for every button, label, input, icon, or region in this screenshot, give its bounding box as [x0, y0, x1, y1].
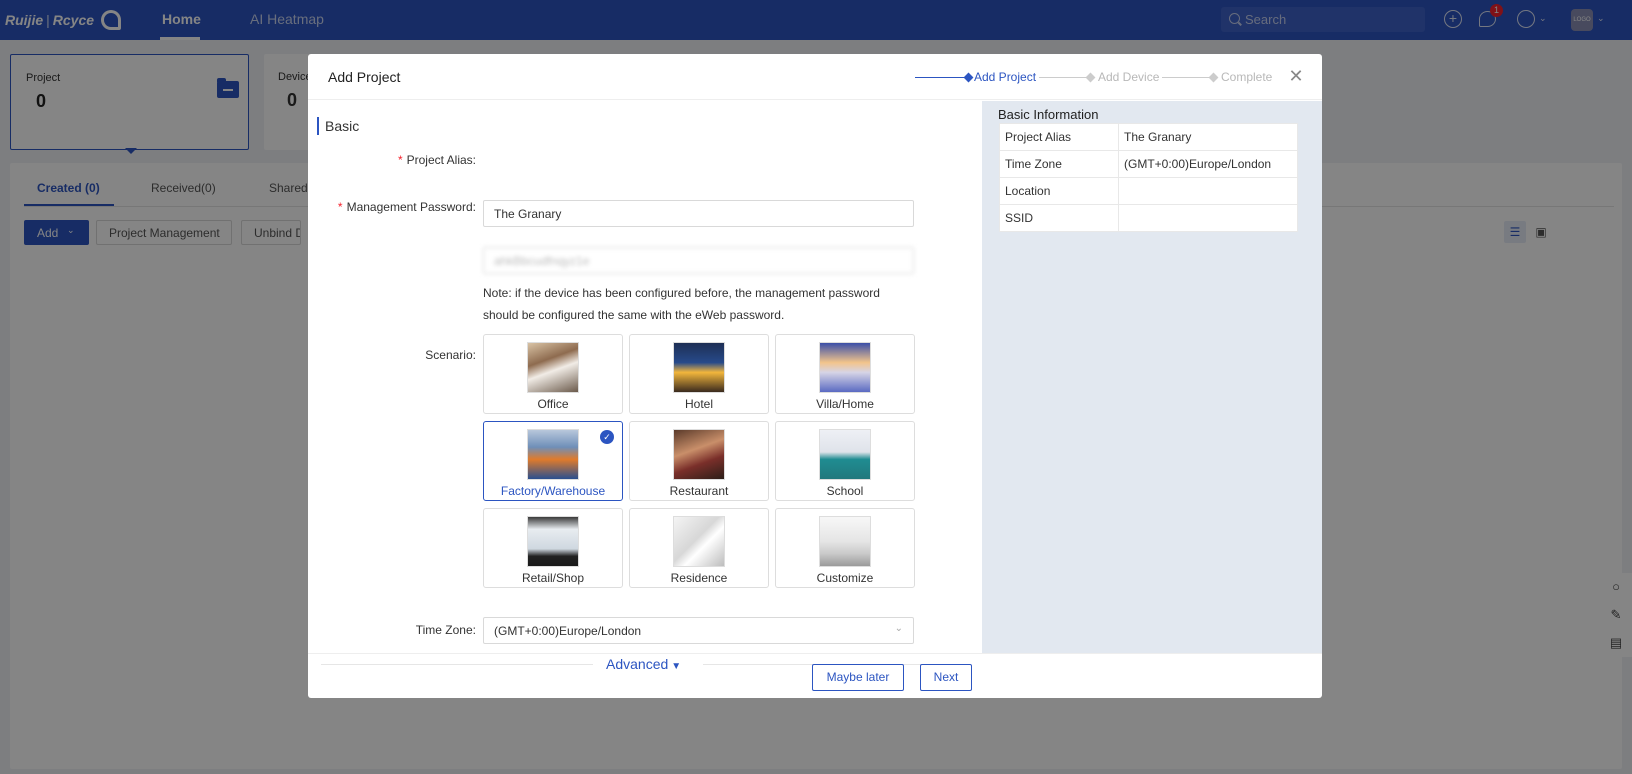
dialog-footer: Maybe later Next: [308, 653, 1322, 698]
office-image: [527, 342, 579, 393]
step-marker: [963, 72, 974, 83]
required-mark: *: [337, 200, 343, 214]
time-zone-label-text: Time Zone: [415, 623, 473, 637]
scenario-customize[interactable]: Customize: [775, 508, 915, 588]
scenario-label-school: School: [826, 484, 864, 498]
info-key: SSID: [999, 204, 1119, 232]
scenario-restaurant[interactable]: Restaurant: [629, 421, 769, 501]
scenario-villa-home[interactable]: Villa/Home: [775, 334, 915, 414]
scenario-label-factory: Factory/Warehouse: [500, 484, 606, 498]
info-panel-title: Basic Information: [998, 107, 1099, 122]
time-zone-select[interactable]: (GMT+0:00)Europe/London ⌄: [483, 617, 914, 644]
label-colon: :: [472, 623, 476, 637]
table-row: Time Zone (GMT+0:00)Europe/London: [999, 150, 1298, 178]
restaurant-image: [673, 429, 725, 480]
retail-image: [527, 516, 579, 567]
label-colon: :: [472, 348, 476, 362]
hotel-image: [673, 342, 725, 393]
info-value: [1118, 204, 1298, 232]
password-note-line2: should be configured the same with the e…: [483, 308, 785, 322]
scenario-label-villa: Villa/Home: [816, 397, 874, 411]
info-value: The Granary: [1118, 123, 1298, 151]
required-mark: *: [397, 153, 403, 167]
label-colon: :: [472, 200, 476, 214]
time-zone-label: Time Zone:: [388, 623, 476, 637]
add-project-dialog: Add Project Add Project Add Device Compl…: [308, 54, 1322, 698]
scenario-label-restaurant: Restaurant: [669, 484, 729, 498]
scenario-label-customize: Customize: [816, 571, 874, 585]
step-add-device: Add Device: [1098, 70, 1160, 84]
info-value: (GMT+0:00)Europe/London: [1118, 150, 1298, 178]
maybe-later-button[interactable]: Maybe later: [812, 664, 904, 691]
step-connector: [915, 77, 967, 78]
step-progress: Add Project Add Device Complete: [915, 70, 1322, 84]
step-marker: [1208, 72, 1219, 83]
scenario-school[interactable]: School: [775, 421, 915, 501]
chevron-down-icon: ⌄: [894, 623, 903, 634]
step-connector: [1162, 77, 1214, 78]
scenario-label: Scenario:: [388, 348, 476, 362]
customize-image: [819, 516, 871, 567]
project-alias-input[interactable]: The Granary: [483, 200, 914, 227]
project-alias-label: * Project Alias:: [388, 153, 476, 167]
scenario-label-hotel: Hotel: [684, 397, 713, 411]
close-icon[interactable]: ✕: [1287, 67, 1305, 85]
step-complete: Complete: [1221, 70, 1273, 84]
factory-image: [527, 429, 579, 480]
residence-image: [673, 516, 725, 567]
villa-image: [819, 342, 871, 393]
info-table: Project Alias The Granary Time Zone (GMT…: [999, 123, 1298, 232]
scenario-label-office: Office: [537, 397, 569, 411]
section-accent-bar: [317, 117, 319, 135]
label-colon: :: [472, 153, 476, 167]
scenario-label-text: Scenario: [425, 348, 473, 362]
time-zone-value: (GMT+0:00)Europe/London: [494, 624, 642, 638]
table-row: Project Alias The Granary: [999, 123, 1298, 151]
info-value: [1118, 177, 1298, 205]
password-note-line1: Note: if the device has been configured …: [483, 286, 880, 300]
scenario-factory-warehouse[interactable]: ✓ Factory/Warehouse: [483, 421, 623, 501]
info-key: Project Alias: [999, 123, 1119, 151]
scenario-office[interactable]: Office: [483, 334, 623, 414]
info-key: Location: [999, 177, 1119, 205]
next-button[interactable]: Next: [920, 664, 972, 691]
project-alias-label-text: Project Alias: [406, 153, 473, 167]
dialog-header: Add Project Add Project Add Device Compl…: [308, 54, 1322, 100]
table-row: Location: [999, 177, 1298, 205]
scenario-hotel[interactable]: Hotel: [629, 334, 769, 414]
step-connector: [1039, 77, 1091, 78]
info-key: Time Zone: [999, 150, 1119, 178]
management-password-label-text: Management Password: [346, 200, 473, 214]
step-marker: [1085, 72, 1096, 83]
section-title-basic: Basic: [325, 118, 360, 134]
scenario-label-retail: Retail/Shop: [521, 571, 585, 585]
step-add-project: Add Project: [974, 70, 1037, 84]
school-image: [819, 429, 871, 480]
management-password-input[interactable]: ahkBbcudfnqyz1e: [483, 247, 914, 274]
dialog-title: Add Project: [328, 69, 401, 85]
scenario-retail-shop[interactable]: Retail/Shop: [483, 508, 623, 588]
scenario-residence[interactable]: Residence: [629, 508, 769, 588]
project-form: Basic * Project Alias: The Granary * Manag…: [308, 101, 981, 672]
check-icon: ✓: [600, 430, 614, 444]
basic-information-panel: Basic Information Project Alias The Gran…: [982, 101, 1322, 653]
management-password-label: * Management Password:: [318, 200, 476, 214]
scenario-label-residence: Residence: [670, 571, 728, 585]
table-row: SSID: [999, 204, 1298, 232]
